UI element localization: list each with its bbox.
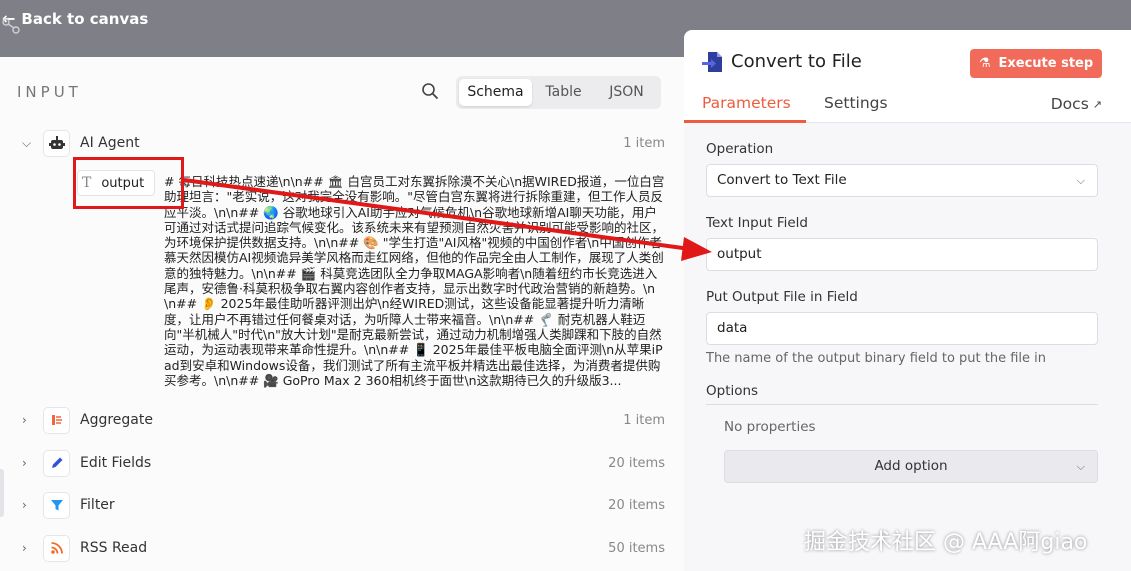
no-properties-text: No properties (724, 419, 816, 435)
node-name: RSS Read (80, 540, 148, 556)
flask-icon: ⚗ (978, 56, 991, 71)
node-parameters-panel: Convert to File ⚗ Execute step Parameter… (684, 30, 1131, 571)
node-item-count: 1 item (623, 412, 665, 428)
operation-select[interactable]: Convert to Text File ⌵ (706, 164, 1098, 197)
operation-label: Operation (706, 141, 774, 157)
panel-header: Convert to File ⚗ Execute step (684, 30, 1131, 92)
node-row-aggregate[interactable]: › Aggregate 1 item (0, 402, 684, 438)
aggregate-icon (43, 406, 70, 434)
node-row-ai-agent[interactable]: ⌵ AI Agent 1 item (0, 125, 684, 161)
field-value: # 每日科技热点速递\n\n## 🏛 白宫员工对东翼拆除漠不关心\n据WIRED… (164, 174, 665, 388)
back-label: Back to canvas (21, 9, 149, 28)
add-option-button[interactable]: Add option ⌵ (724, 450, 1098, 483)
canvas-node-icon (2, 18, 20, 34)
output-field-label: Put Output File in Field (706, 289, 858, 305)
search-icon[interactable] (421, 82, 439, 100)
chevron-right-icon[interactable]: › (22, 413, 27, 427)
add-option-label: Add option (874, 458, 948, 474)
operation-value: Convert to Text File (717, 172, 847, 188)
filter-icon (43, 491, 70, 519)
chevron-down-icon: ⌵ (1076, 174, 1085, 187)
tab-schema[interactable]: Schema (459, 79, 532, 106)
output-field-input[interactable]: data (706, 312, 1098, 345)
docs-label: Docs (1050, 95, 1089, 113)
chevron-right-icon[interactable]: › (22, 541, 27, 555)
tab-table[interactable]: Table (532, 79, 595, 106)
tab-parameters[interactable]: Parameters (702, 94, 791, 112)
options-divider (706, 404, 1098, 405)
node-item-count: 20 items (608, 497, 665, 513)
node-item-count: 20 items (608, 455, 665, 471)
input-panel-title: INPUT (17, 83, 82, 101)
chevron-right-icon[interactable]: › (22, 498, 27, 512)
input-panel: INPUT Schema Table JSON ⌵ AI Agent 1 ite… (0, 57, 684, 571)
execute-label: Execute step (998, 56, 1094, 71)
text-input-field-label: Text Input Field (706, 215, 809, 231)
chevron-down-icon[interactable]: ⌵ (22, 136, 31, 151)
parameters-body: Operation Convert to Text File ⌵ Text In… (684, 123, 1131, 571)
annotation-highlight-box (73, 157, 184, 209)
options-label: Options (706, 383, 759, 399)
docs-link[interactable]: Docs ↗ (1051, 95, 1102, 113)
execute-step-button[interactable]: ⚗ Execute step (970, 49, 1102, 78)
convert-file-icon (702, 52, 722, 72)
pencil-icon (43, 449, 70, 477)
node-item-count: 50 items (608, 540, 665, 556)
tab-settings[interactable]: Settings (824, 94, 888, 112)
node-row-edit-fields[interactable]: › Edit Fields 20 items (0, 445, 684, 481)
text-input-field[interactable]: output (706, 238, 1098, 271)
output-field-value: data (717, 320, 748, 336)
node-row-rss-read[interactable]: › RSS Read 50 items (0, 530, 684, 566)
node-name: AI Agent (80, 135, 140, 151)
panel-tabs: Parameters Settings Docs ↗ (684, 88, 1131, 123)
external-link-icon: ↗ (1092, 97, 1102, 111)
watermark: 掘金技术社区 @ AAA阿giao (804, 530, 1088, 555)
text-input-value: output (717, 246, 762, 262)
chevron-down-icon: ⌵ (1076, 460, 1085, 473)
node-name: Filter (80, 497, 115, 513)
output-field-hint: The name of the output binary field to p… (706, 351, 1047, 366)
back-to-canvas-button[interactable]: ← Back to canvas (2, 9, 148, 28)
node-item-count: 1 item (623, 135, 665, 151)
robot-icon (43, 129, 70, 157)
tab-json[interactable]: JSON (595, 79, 658, 106)
node-title: Convert to File (731, 51, 862, 72)
node-name: Aggregate (80, 412, 153, 428)
view-mode-tabs: Schema Table JSON (456, 76, 661, 109)
node-name: Edit Fields (80, 455, 152, 471)
chevron-right-icon[interactable]: › (22, 456, 27, 470)
rss-icon (43, 534, 70, 562)
node-row-filter[interactable]: › Filter 20 items (0, 487, 684, 523)
